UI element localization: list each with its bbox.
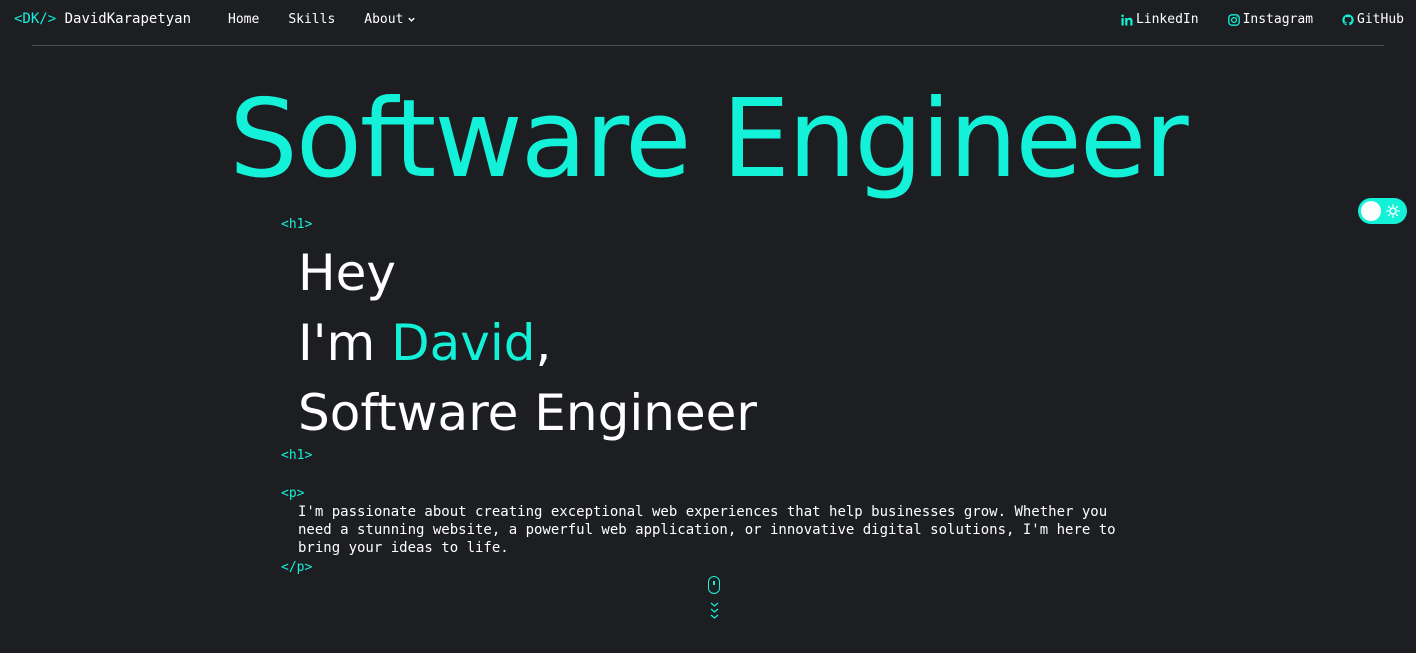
logo-name: DavidKarapetyan xyxy=(64,11,192,27)
logo-tag: <DK/> xyxy=(14,11,57,27)
instagram-icon xyxy=(1227,13,1240,26)
linkedin-icon xyxy=(1121,14,1133,25)
nav-divider xyxy=(32,45,1384,46)
intro-line-hey: Hey xyxy=(298,244,396,302)
hero-title: Software Engineer xyxy=(229,77,1188,202)
linkedin-label: LinkedIn xyxy=(1135,12,1199,27)
chevron-down-icon xyxy=(408,17,416,22)
page: <DK/> DavidKarapetyan Home Skills About … xyxy=(0,0,1416,653)
instagram-label: Instagram xyxy=(1242,12,1314,27)
chevrons-down-icon xyxy=(710,602,719,619)
nav-link-home[interactable]: Home xyxy=(228,12,259,27)
social-links: LinkedIn Instagram GitHub xyxy=(1121,12,1404,27)
nav-link-skills[interactable]: Skills xyxy=(288,12,335,27)
p-close-tag: </p> xyxy=(281,560,313,575)
github-icon xyxy=(1342,13,1354,25)
intro-name: David xyxy=(391,314,536,372)
h1-close-tag: <h1> xyxy=(281,448,313,463)
nav-link-about[interactable]: About xyxy=(364,12,416,27)
intro-line-name: I'm David, xyxy=(298,308,757,378)
intro-line-role: Software Engineer xyxy=(298,384,757,442)
theme-toggle[interactable] xyxy=(1358,198,1407,224)
github-label: GitHub xyxy=(1357,12,1404,27)
github-link[interactable]: GitHub xyxy=(1342,12,1404,27)
h1-open-tag: <h1> xyxy=(281,217,313,232)
toggle-knob xyxy=(1361,201,1381,221)
intro-paragraph: I'm passionate about creating exceptiona… xyxy=(298,504,1116,556)
intro-heading: Hey I'm David, Software Engineer xyxy=(298,238,757,448)
sun-icon xyxy=(1386,204,1400,218)
intro-prefix: I'm xyxy=(298,314,392,372)
intro-suffix: , xyxy=(535,314,552,372)
top-nav: <DK/> DavidKarapetyan Home Skills About … xyxy=(0,0,1416,45)
nav-links: Home Skills About xyxy=(228,12,416,27)
p-open-tag: <p> xyxy=(281,486,305,501)
mouse-icon[interactable] xyxy=(708,576,720,594)
logo[interactable]: <DK/> DavidKarapetyan xyxy=(14,11,191,27)
instagram-link[interactable]: Instagram xyxy=(1227,12,1314,27)
nav-link-about-label: About xyxy=(364,12,404,27)
linkedin-link[interactable]: LinkedIn xyxy=(1121,12,1199,27)
